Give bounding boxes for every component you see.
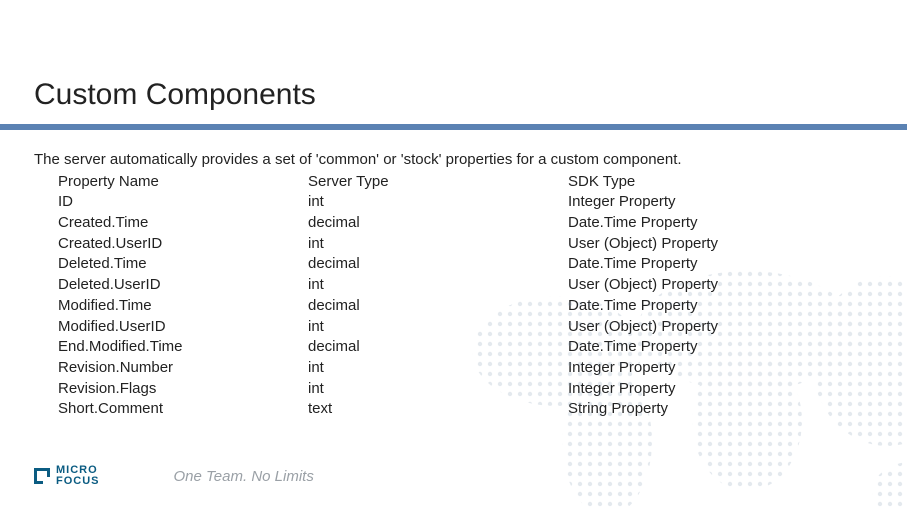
cell-server-type: int — [308, 234, 568, 255]
table-row: Deleted.UserID int User (Object) Propert… — [58, 275, 828, 296]
cell-property-name: Deleted.Time — [58, 254, 308, 275]
cell-sdk-type: Date.Time Property — [568, 213, 828, 234]
cell-sdk-type: Date.Time Property — [568, 296, 828, 317]
table-row: Modified.Time decimal Date.Time Property — [58, 296, 828, 317]
table-row: Deleted.Time decimal Date.Time Property — [58, 254, 828, 275]
cell-server-type: int — [308, 275, 568, 296]
cell-server-type: decimal — [308, 337, 568, 358]
cell-property-name: Created.UserID — [58, 234, 308, 255]
cell-sdk-type: Date.Time Property — [568, 337, 828, 358]
cell-property-name: Revision.Flags — [58, 379, 308, 400]
cell-property-name: ID — [58, 192, 308, 213]
cell-server-type: text — [308, 399, 568, 420]
cell-server-type: int — [308, 192, 568, 213]
logo-icon — [34, 468, 50, 484]
intro-text: The server automatically provides a set … — [34, 150, 828, 171]
slide: Custom Components The server automatical… — [0, 0, 907, 511]
table-header-row: Property Name Server Type SDK Type — [58, 172, 828, 193]
cell-sdk-type: Integer Property — [568, 379, 828, 400]
page-title: Custom Components — [34, 78, 316, 112]
footer-tagline: One Team. No Limits — [174, 468, 314, 485]
brand-logo: MICRO FOCUS — [34, 465, 100, 487]
table-row: Short.Comment text String Property — [58, 399, 828, 420]
header-property-name: Property Name — [58, 172, 308, 193]
cell-sdk-type: Integer Property — [568, 358, 828, 379]
table-row: Created.UserID int User (Object) Propert… — [58, 234, 828, 255]
content-block: The server automatically provides a set … — [34, 150, 828, 420]
cell-property-name: Modified.Time — [58, 296, 308, 317]
footer: MICRO FOCUS One Team. No Limits — [34, 465, 314, 487]
cell-server-type: decimal — [308, 296, 568, 317]
cell-server-type: decimal — [308, 213, 568, 234]
table-row: Revision.Number int Integer Property — [58, 358, 828, 379]
cell-sdk-type: Date.Time Property — [568, 254, 828, 275]
cell-server-type: decimal — [308, 254, 568, 275]
cell-server-type: int — [308, 358, 568, 379]
logo-text-bottom: FOCUS — [56, 476, 100, 487]
cell-sdk-type: String Property — [568, 399, 828, 420]
table-row: Modified.UserID int User (Object) Proper… — [58, 317, 828, 338]
cell-property-name: End.Modified.Time — [58, 337, 308, 358]
cell-server-type: int — [308, 317, 568, 338]
cell-property-name: Modified.UserID — [58, 317, 308, 338]
header-server-type: Server Type — [308, 172, 568, 193]
cell-property-name: Short.Comment — [58, 399, 308, 420]
cell-sdk-type: User (Object) Property — [568, 275, 828, 296]
cell-sdk-type: User (Object) Property — [568, 317, 828, 338]
properties-table: Property Name Server Type SDK Type ID in… — [58, 172, 828, 420]
table-row: End.Modified.Time decimal Date.Time Prop… — [58, 337, 828, 358]
cell-sdk-type: User (Object) Property — [568, 234, 828, 255]
table-row: Revision.Flags int Integer Property — [58, 379, 828, 400]
cell-server-type: int — [308, 379, 568, 400]
table-row: ID int Integer Property — [58, 192, 828, 213]
cell-sdk-type: Integer Property — [568, 192, 828, 213]
table-row: Created.Time decimal Date.Time Property — [58, 213, 828, 234]
cell-property-name: Deleted.UserID — [58, 275, 308, 296]
cell-property-name: Revision.Number — [58, 358, 308, 379]
cell-property-name: Created.Time — [58, 213, 308, 234]
title-divider — [0, 124, 907, 130]
header-sdk-type: SDK Type — [568, 172, 828, 193]
